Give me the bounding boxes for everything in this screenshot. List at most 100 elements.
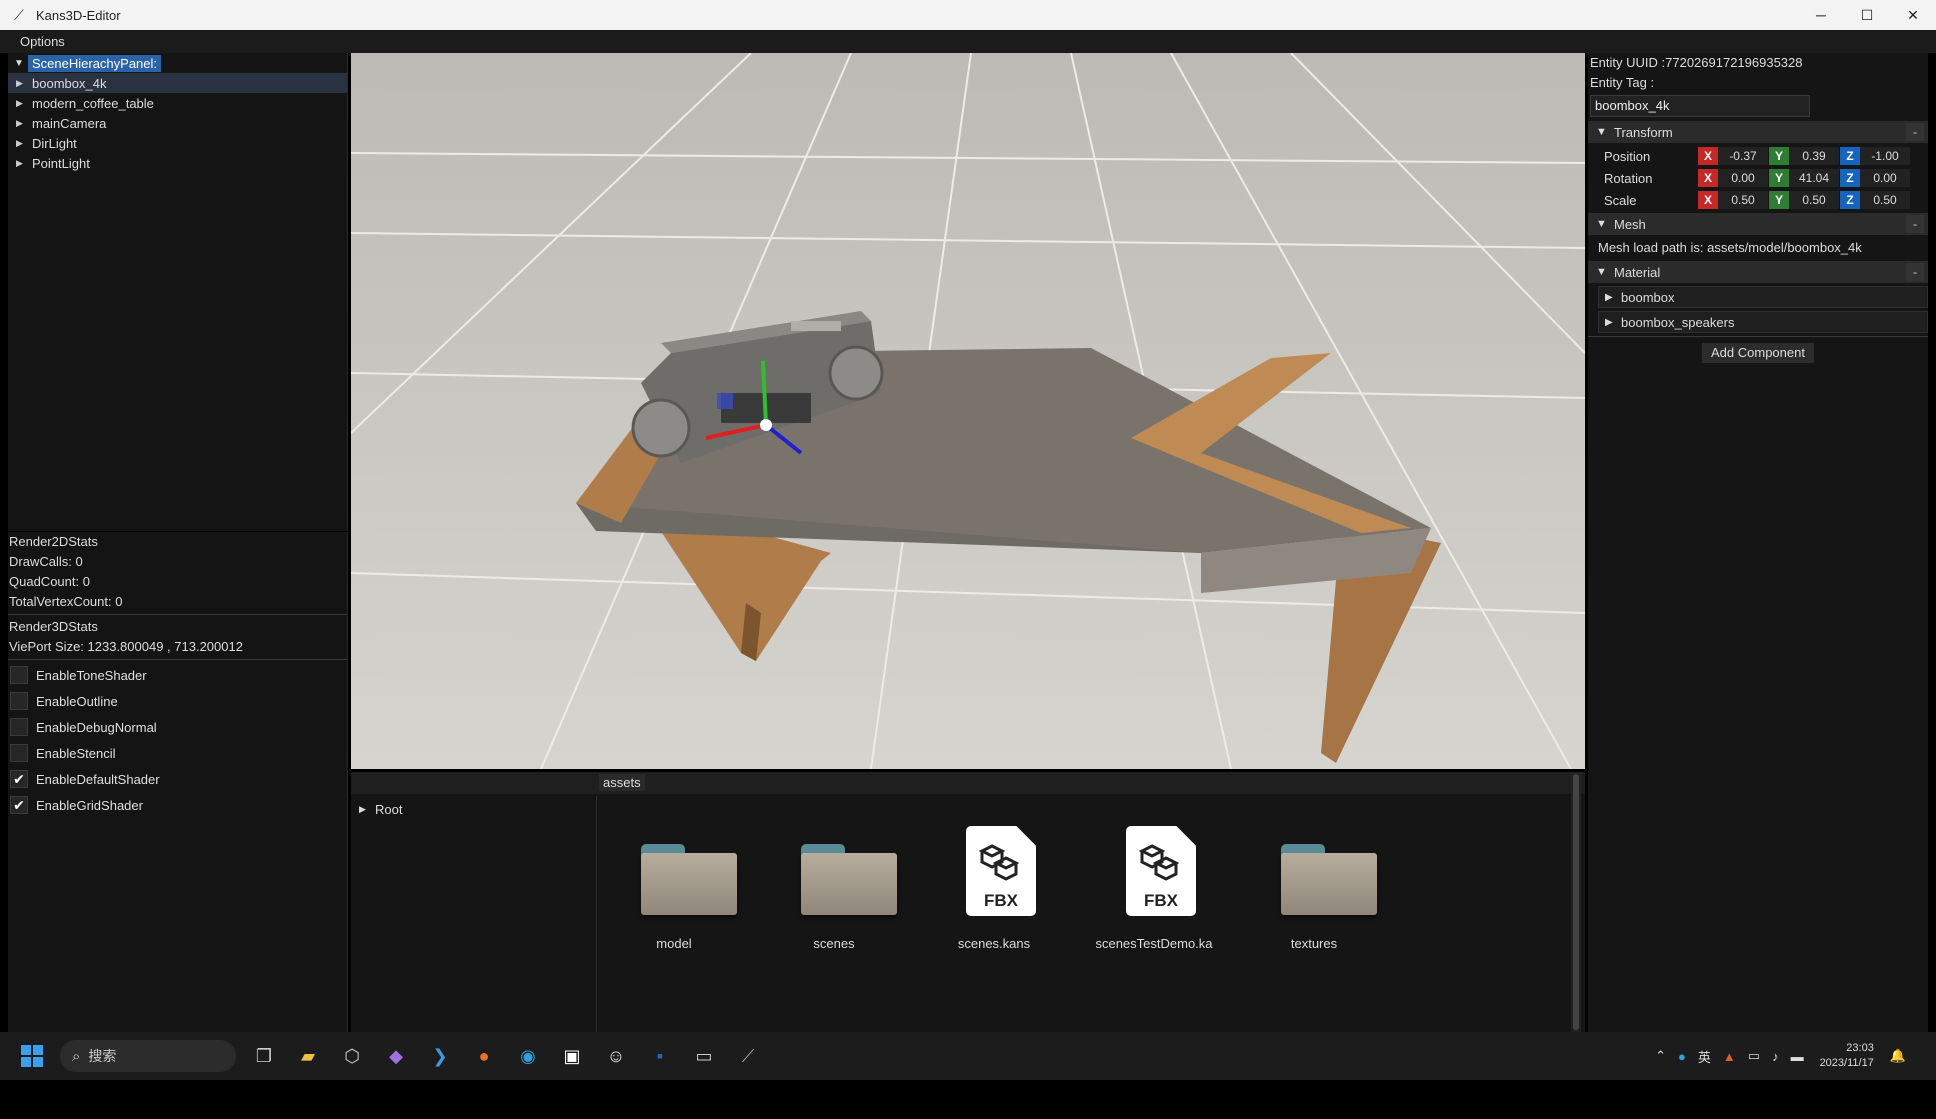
tree-item-point-light[interactable]: ▶ PointLight: [8, 153, 347, 173]
scale-x-field[interactable]: 0.50: [1718, 191, 1768, 209]
menu-options[interactable]: Options: [0, 34, 79, 49]
axis-x-button[interactable]: X: [1698, 147, 1718, 165]
close-button[interactable]: ✕: [1890, 0, 1936, 30]
option-stencil[interactable]: EnableStencil: [8, 740, 347, 766]
axis-z-button[interactable]: Z: [1840, 191, 1860, 209]
chevron-up-icon[interactable]: ⌃: [1655, 1048, 1666, 1064]
checkbox[interactable]: ✔: [10, 770, 28, 788]
vscode-icon[interactable]: ❯: [422, 1038, 458, 1074]
axis-y-button[interactable]: Y: [1769, 191, 1789, 209]
asset-tree: ▶ Root: [351, 796, 597, 1032]
expand-triangle-icon: ▶: [1605, 316, 1613, 328]
qq-icon[interactable]: ☺: [598, 1038, 634, 1074]
rotation-z-field[interactable]: 0.00: [1860, 169, 1910, 187]
expand-triangle-icon[interactable]: ▶: [16, 138, 32, 149]
tree-item-root[interactable]: ▶ Root: [351, 796, 596, 823]
scrollbar-thumb[interactable]: [1573, 774, 1579, 1030]
input-language[interactable]: 英: [1698, 1047, 1711, 1066]
maximize-button[interactable]: ☐: [1844, 0, 1890, 30]
hierarchy-header[interactable]: ▼ SceneHierachyPanel:: [8, 53, 347, 73]
checkbox[interactable]: ✔: [10, 796, 28, 814]
option-default-shader[interactable]: ✔ EnableDefaultShader: [8, 766, 347, 792]
remove-component-button[interactable]: -: [1906, 215, 1924, 233]
axis-z-button[interactable]: Z: [1840, 169, 1860, 187]
material-section[interactable]: ▼ Material -: [1588, 261, 1928, 283]
game-icon[interactable]: ▪: [642, 1038, 678, 1074]
option-grid-shader[interactable]: ✔ EnableGridShader: [8, 792, 347, 818]
expand-triangle-icon[interactable]: ▶: [16, 98, 32, 109]
collapse-triangle-icon: ▼: [14, 57, 24, 69]
divider: [1588, 336, 1928, 337]
asset-scrollbar[interactable]: [1571, 772, 1581, 1032]
material-item-boombox-speakers[interactable]: ▶ boombox_speakers: [1598, 311, 1928, 333]
notification-bell-icon[interactable]: 🔔: [1890, 1048, 1906, 1064]
fbx-file-icon: FBX: [1126, 826, 1196, 916]
checkbox[interactable]: [10, 692, 28, 710]
firefox-icon[interactable]: ●: [466, 1038, 502, 1074]
expand-triangle-icon[interactable]: ▶: [16, 158, 32, 169]
option-debug-normal[interactable]: EnableDebugNormal: [8, 714, 347, 740]
axis-x-button[interactable]: X: [1698, 169, 1718, 187]
remove-component-button[interactable]: -: [1906, 123, 1924, 141]
scale-z-field[interactable]: 0.50: [1860, 191, 1910, 209]
position-z-field[interactable]: -1.00: [1860, 147, 1910, 165]
row-label: Position: [1604, 148, 1651, 164]
tree-item-boombox[interactable]: ▶ boombox_4k: [8, 73, 347, 93]
clock[interactable]: 23:03 2023/11/17: [1820, 1041, 1874, 1071]
windows-start-icon[interactable]: [14, 1038, 50, 1074]
transform-section[interactable]: ▼ Transform -: [1588, 121, 1928, 143]
add-component-button[interactable]: Add Component: [1702, 343, 1814, 363]
tree-item-main-camera[interactable]: ▶ mainCamera: [8, 113, 347, 133]
material-item-boombox[interactable]: ▶ boombox: [1598, 286, 1928, 308]
quad-count: QuadCount: 0: [9, 574, 90, 589]
tree-item-label: DirLight: [32, 135, 77, 151]
folder-icon: [641, 844, 737, 915]
clock-time: 23:03: [1846, 1042, 1874, 1054]
network-status-icon[interactable]: ●: [1678, 1049, 1686, 1064]
fbx-file-icon: FBX: [966, 826, 1036, 916]
rotation-y-field[interactable]: 41.04: [1789, 169, 1839, 187]
expand-triangle-icon[interactable]: ▶: [16, 78, 32, 89]
entity-tag-input[interactable]: boombox_4k: [1590, 95, 1810, 117]
option-outline[interactable]: EnableOutline: [8, 688, 347, 714]
tree-item-dir-light[interactable]: ▶ DirLight: [8, 133, 347, 153]
taskbar-search[interactable]: ⌕ 搜索: [60, 1040, 236, 1072]
tab-assets[interactable]: assets: [599, 774, 645, 791]
position-y-field[interactable]: 0.39: [1789, 147, 1839, 165]
checkbox[interactable]: [10, 718, 28, 736]
task-view-icon[interactable]: ❐: [246, 1038, 282, 1074]
checkbox[interactable]: [10, 744, 28, 762]
remove-component-button[interactable]: -: [1906, 263, 1924, 281]
kans3d-app-icon[interactable]: ⟋: [730, 1038, 766, 1074]
terminal-icon[interactable]: ▭: [686, 1038, 722, 1074]
minimize-button[interactable]: ─: [1798, 0, 1844, 30]
file-explorer-icon[interactable]: ▰: [290, 1038, 326, 1074]
scene-viewport[interactable]: [351, 53, 1585, 769]
display-icon[interactable]: ▭: [1748, 1048, 1760, 1064]
position-x-field[interactable]: -0.37: [1718, 147, 1768, 165]
volume-icon[interactable]: ♪: [1772, 1049, 1779, 1064]
mesh-load-path: Mesh load path is: assets/model/boombox_…: [1598, 240, 1862, 255]
axis-y-button[interactable]: Y: [1769, 169, 1789, 187]
checkbox[interactable]: [10, 666, 28, 684]
divider: [8, 614, 347, 615]
expand-triangle-icon[interactable]: ▶: [16, 118, 32, 129]
battery-icon[interactable]: ▬: [1791, 1049, 1804, 1064]
option-label: EnableToneShader: [36, 667, 147, 683]
visual-studio-icon[interactable]: ◆: [378, 1038, 414, 1074]
collapse-triangle-icon: ▼: [1596, 126, 1607, 138]
scale-y-field[interactable]: 0.50: [1789, 191, 1839, 209]
security-icon[interactable]: ▲: [1723, 1049, 1736, 1064]
option-tone-shader[interactable]: EnableToneShader: [8, 662, 347, 688]
translate-icon[interactable]: ◉: [510, 1038, 546, 1074]
tree-item-coffee-table[interactable]: ▶ modern_coffee_table: [8, 93, 347, 113]
mesh-section[interactable]: ▼ Mesh -: [1588, 213, 1928, 235]
axis-z-button[interactable]: Z: [1840, 147, 1860, 165]
axis-x-button[interactable]: X: [1698, 191, 1718, 209]
typora-icon[interactable]: ▣: [554, 1038, 590, 1074]
axis-y-button[interactable]: Y: [1769, 147, 1789, 165]
rotation-x-field[interactable]: 0.00: [1718, 169, 1768, 187]
unity-icon[interactable]: ⬡: [334, 1038, 370, 1074]
section-title: Transform: [1614, 124, 1673, 140]
expand-triangle-icon[interactable]: ▶: [359, 804, 375, 815]
